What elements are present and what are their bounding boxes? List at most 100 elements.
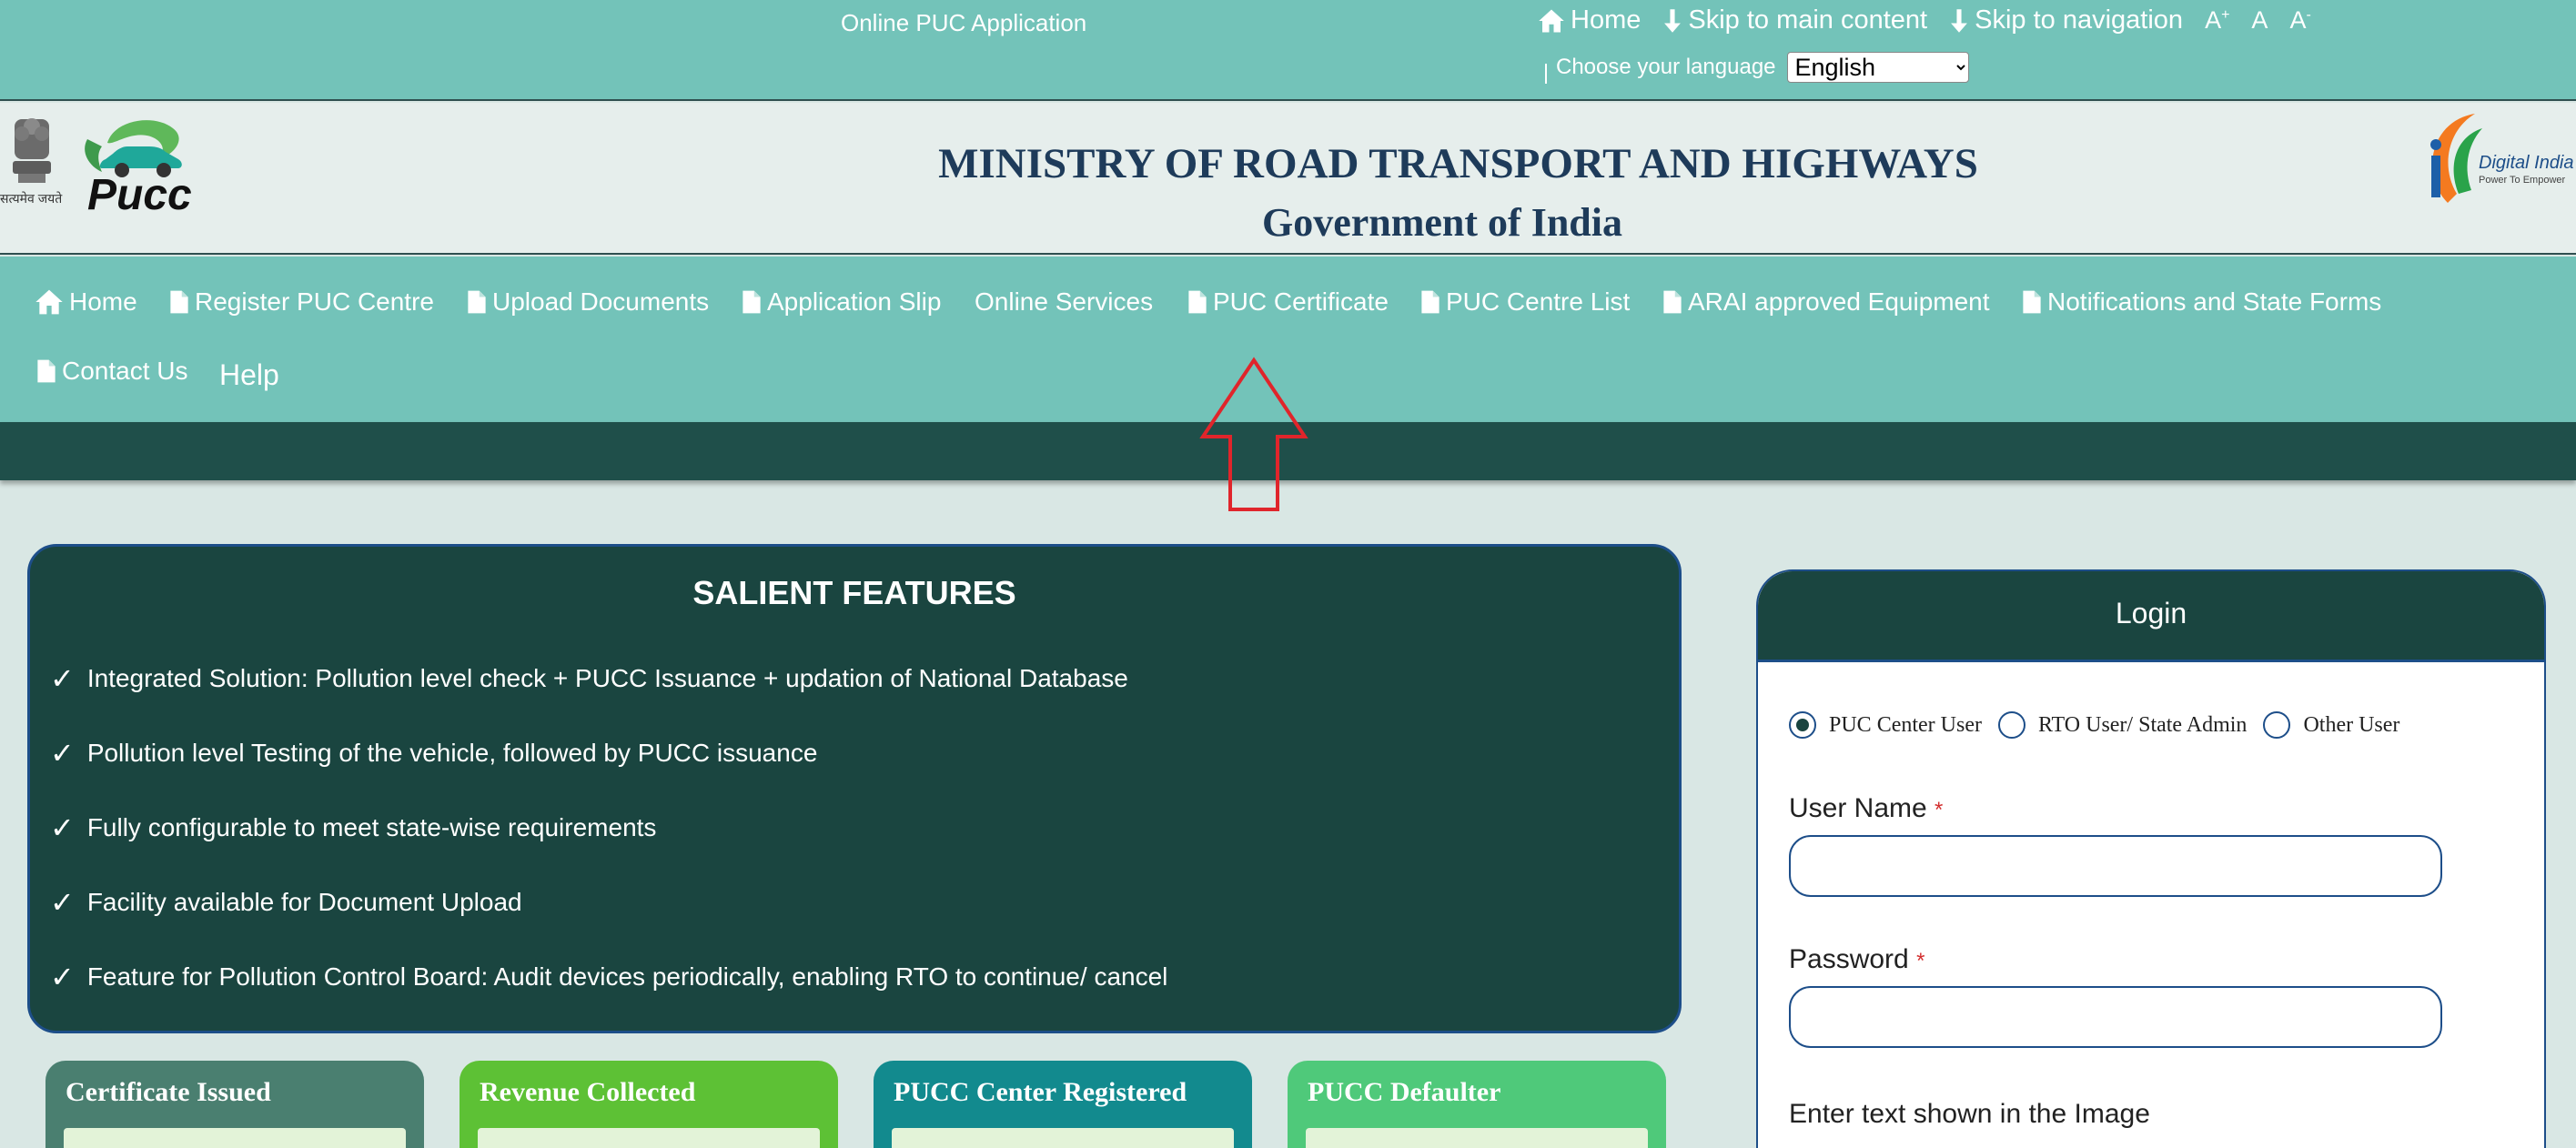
stat-card-pucc-center-registered: PUCC Center Registered: [874, 1061, 1252, 1148]
home-icon: [1539, 9, 1564, 32]
font-increase-button[interactable]: A+: [2205, 6, 2229, 35]
nav-item-arai-approved-equipment[interactable]: ARAI approved Equipment: [1662, 287, 1990, 317]
nav-item-label: Notifications and State Forms: [2047, 287, 2382, 316]
salient-features-title: SALIENT FEATURES: [692, 574, 1016, 611]
stat-card-title: PUCC Center Registered: [894, 1077, 1187, 1107]
nav-item-application-slip[interactable]: Application Slip: [742, 287, 941, 317]
salient-features-panel: SALIENT FEATURES ✓ Integrated Solution: …: [27, 544, 1682, 1033]
font-normal-button[interactable]: A: [2251, 6, 2268, 35]
login-panel: Login PUC Center User RTO User/ State Ad…: [1756, 569, 2546, 1148]
pucc-logo-text: Pucc: [87, 171, 192, 219]
nav-item-puc-certificate[interactable]: PUC Certificate: [1187, 287, 1389, 317]
feature-text: Feature for Pollution Control Board: Aud…: [86, 962, 1168, 991]
check-icon: ✓: [50, 811, 75, 845]
password-label-text: Password: [1789, 944, 1909, 974]
home-link-label: Home: [1571, 5, 1642, 35]
digital-india-tagline: Power To Empower: [2479, 175, 2566, 186]
stat-card-body: [478, 1128, 820, 1148]
document-icon: [468, 290, 486, 314]
feature-text: Facility available for Document Upload: [86, 888, 522, 916]
radio-puc-center-user[interactable]: [1789, 711, 1816, 739]
document-icon: [1663, 290, 1682, 314]
check-icon: ✓: [50, 661, 75, 696]
user-type-radio-group: PUC Center User RTO User/ State Admin Ot…: [1789, 711, 2416, 739]
arrow-down-icon: [1664, 8, 1682, 33]
nav-item-label: Upload Documents: [492, 287, 710, 316]
feature-text: Integrated Solution: Pollution level che…: [86, 664, 1128, 692]
stat-card-certificate-issued: Certificate Issued: [45, 1061, 424, 1148]
radio-label: PUC Center User: [1829, 712, 1982, 737]
home-icon: [35, 289, 63, 315]
feature-item: ✓ Feature for Pollution Control Board: A…: [50, 960, 1167, 994]
skip-main-content-link[interactable]: Skip to main content: [1662, 5, 1927, 35]
nav-item-label: Application Slip: [767, 287, 942, 316]
arrow-down-icon: [1951, 8, 1968, 33]
nav-item-label: Register PUC Centre: [195, 287, 434, 316]
feature-item: ✓ Integrated Solution: Pollution level c…: [50, 661, 1128, 696]
nav-item-label: PUC Certificate: [1213, 287, 1389, 316]
stat-card-title: Revenue Collected: [480, 1077, 696, 1107]
top-utility-bar: Online PUC Application Home Skip to main…: [0, 0, 2576, 101]
required-mark: *: [1935, 798, 1944, 822]
nav-item-online-services[interactable]: Online Services: [975, 287, 1153, 317]
document-icon: [170, 290, 188, 314]
nav-item-notifications-state-forms[interactable]: Notifications and State Forms: [2022, 287, 2381, 317]
nav-item-label: Help: [219, 358, 279, 391]
stat-card-body: [1306, 1128, 1648, 1148]
nav-item-label: Home: [69, 287, 137, 316]
feature-item: ✓ Facility available for Document Upload: [50, 885, 522, 920]
document-icon: [1421, 290, 1440, 314]
digital-india-title: Digital India: [2479, 153, 2574, 173]
app-title: Online PUC Application: [841, 9, 1087, 36]
nav-item-help[interactable]: Help: [219, 358, 279, 392]
language-select[interactable]: English: [1786, 52, 1969, 83]
feature-item: ✓ Pollution level Testing of the vehicle…: [50, 736, 817, 770]
nav-item-label: ARAI approved Equipment: [1688, 287, 1990, 316]
nav-item-register-puc-centre[interactable]: Register PUC Centre: [169, 287, 434, 317]
radio-rto-user-state-admin[interactable]: [1997, 711, 2025, 739]
document-icon: [2023, 290, 2041, 314]
stat-card-title: Certificate Issued: [66, 1077, 271, 1107]
username-label: User Name *: [1789, 793, 1943, 824]
annotation-arrow-icon: [1199, 357, 1308, 511]
ministry-title: MINISTRY OF ROAD TRANSPORT AND HIGHWAYS: [938, 140, 1978, 187]
captcha-label: Enter text shown in the Image: [1789, 1099, 2150, 1129]
password-input[interactable]: [1789, 986, 2442, 1048]
username-label-text: User Name: [1789, 793, 1927, 823]
required-mark: *: [1916, 949, 1925, 973]
font-decrease-label: A: [2289, 6, 2307, 34]
radio-other-user[interactable]: [2263, 711, 2291, 739]
nav-item-label: PUC Centre List: [1446, 287, 1631, 316]
home-link[interactable]: Home: [1538, 5, 1641, 35]
nav-item-label: Online Services: [975, 287, 1154, 316]
document-icon: [37, 359, 56, 383]
nav-item-home[interactable]: Home: [35, 287, 137, 317]
site-header: सत्यमेव जयते Pucc MINISTRY OF ROAD TRANS…: [0, 103, 2576, 255]
stat-card-body: [64, 1128, 406, 1148]
stat-card-body: [892, 1128, 1234, 1148]
font-decrease-button[interactable]: A-: [2289, 6, 2310, 35]
nav-item-puc-centre-list[interactable]: PUC Centre List: [1420, 287, 1630, 317]
language-label: Choose your language: [1556, 55, 1776, 79]
utility-links: Home Skip to main content Skip to naviga…: [1538, 5, 2333, 35]
login-title: Login: [2115, 597, 2187, 629]
check-icon: ✓: [50, 885, 75, 920]
government-title: Government of India: [1262, 200, 1622, 245]
font-increase-mark: +: [2221, 7, 2230, 23]
digital-india-logo-icon: Digital India Power To Empower: [2430, 114, 2574, 203]
nav-item-upload-documents[interactable]: Upload Documents: [467, 287, 709, 317]
font-decrease-mark: -: [2306, 7, 2311, 23]
nav-item-contact-us[interactable]: Contact Us: [36, 357, 188, 386]
password-label: Password *: [1789, 944, 1924, 975]
skip-main-content-label: Skip to main content: [1688, 5, 1928, 35]
language-separator: [1545, 64, 1547, 84]
emblem-motto: सत्यमेव जयते: [0, 191, 63, 206]
skip-navigation-link[interactable]: Skip to navigation: [1949, 5, 2183, 35]
stat-card-pucc-defaulter: PUCC Defaulter: [1288, 1061, 1666, 1148]
check-icon: ✓: [50, 736, 75, 770]
username-input[interactable]: [1789, 835, 2442, 897]
document-icon: [742, 290, 761, 314]
feature-text: Pollution level Testing of the vehicle, …: [86, 739, 818, 767]
document-icon: [1188, 290, 1207, 314]
stat-card-revenue-collected: Revenue Collected: [460, 1061, 838, 1148]
